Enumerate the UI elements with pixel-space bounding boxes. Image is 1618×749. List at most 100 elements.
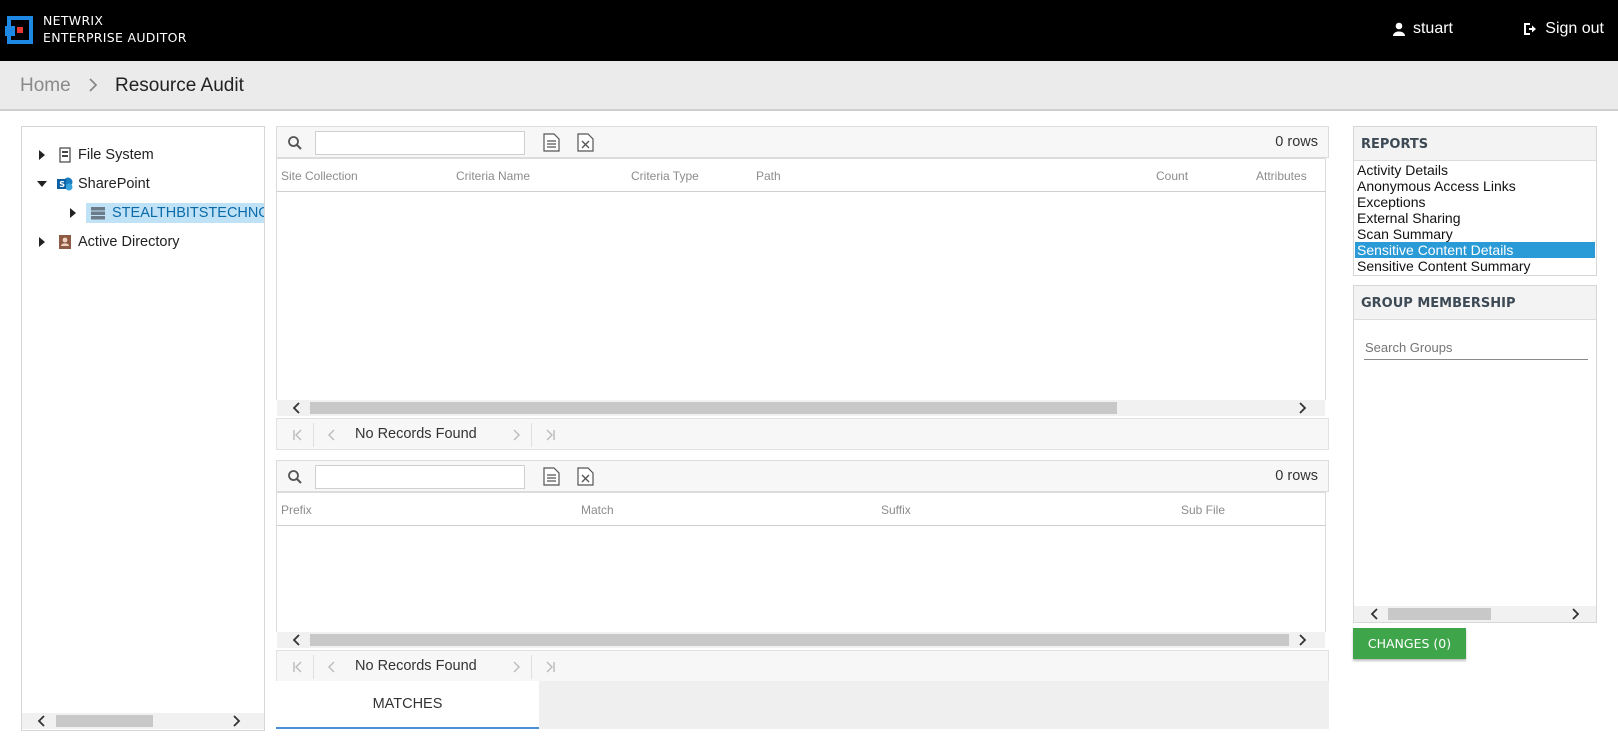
groups-horizontal-scrollbar[interactable] [1354,606,1596,622]
previous-page-icon[interactable] [325,428,339,442]
page-title: Resource Audit [115,75,244,96]
caret-right-icon[interactable] [37,150,47,160]
sign-out-label: Sign out [1545,20,1604,37]
brand-line-1: NETWRIX [43,13,104,28]
column-header-site-collection[interactable]: Site Collection [281,169,358,183]
export-document-icon[interactable] [543,467,560,486]
next-page-icon[interactable] [509,660,523,674]
column-header-path[interactable]: Path [756,169,781,183]
column-header-suffix[interactable]: Suffix [881,503,911,517]
column-header-attributes[interactable]: Attributes [1256,169,1307,183]
resource-tree: File System S SharePoint STEALTHBITSTECH… [21,126,265,731]
pager-status: No Records Found [355,426,477,442]
divider [531,655,532,679]
report-item-sensitive-content-summary[interactable]: Sensitive Content Summary [1355,258,1595,274]
search-icon[interactable] [287,135,303,151]
server-icon [91,207,105,220]
report-item-anonymous-access-links[interactable]: Anonymous Access Links [1355,178,1595,194]
reports-title: REPORTS [1354,127,1596,161]
scroll-right-icon[interactable] [1296,634,1308,646]
top-grid-search-input[interactable] [315,131,525,155]
column-header-match[interactable]: Match [581,503,614,517]
breadcrumb-home-link[interactable]: Home [20,75,71,97]
last-page-icon[interactable] [543,660,557,674]
scroll-right-icon[interactable] [1569,608,1581,620]
tree-item-label: File System [78,147,154,163]
tree-item-label: SharePoint [78,176,150,192]
report-item-activity-details[interactable]: Activity Details [1355,162,1595,178]
tree-item-file-system[interactable]: File System [37,143,154,167]
next-page-icon[interactable] [509,428,523,442]
bottom-grid-horizontal-scrollbar[interactable] [277,632,1325,648]
scroll-right-icon[interactable] [230,715,242,727]
divider [531,423,532,447]
caret-right-icon[interactable] [37,237,47,247]
scrollbar-thumb[interactable] [310,634,1289,646]
active-directory-icon [59,235,71,249]
brand-line-2: ENTERPRISE AUDITOR [43,30,187,45]
top-grid-header: Site Collection Criteria Name Criteria T… [276,158,1326,192]
group-membership-title: GROUP MEMBERSHIP [1354,286,1596,320]
column-header-prefix[interactable]: Prefix [281,503,312,517]
tree-horizontal-scrollbar[interactable] [22,713,264,729]
chevron-right-icon [89,78,98,92]
user-icon [1392,22,1405,36]
scroll-left-icon[interactable] [1369,608,1381,620]
last-page-icon[interactable] [543,428,557,442]
breadcrumb: Home Resource Audit [0,61,1618,111]
user-menu[interactable]: stuart [1392,20,1453,38]
first-page-icon[interactable] [291,428,305,442]
brand-name: NETWRIX ENTERPRISE AUDITOR [43,12,187,46]
report-list: Activity Details Anonymous Access Links … [1354,161,1596,275]
export-excel-icon[interactable] [577,467,594,486]
scroll-left-icon[interactable] [291,402,303,414]
search-icon[interactable] [287,469,303,485]
group-membership-panel: GROUP MEMBERSHIP [1353,285,1597,623]
scrollbar-thumb[interactable] [310,402,1117,414]
top-grid-horizontal-scrollbar[interactable] [277,400,1325,416]
scroll-right-icon[interactable] [1296,402,1308,414]
sign-out-icon [1524,23,1537,35]
scroll-left-icon[interactable] [36,715,48,727]
scrollbar-thumb[interactable] [56,715,153,727]
column-header-criteria-type[interactable]: Criteria Type [631,169,699,183]
caret-down-icon[interactable] [37,179,47,189]
row-count: 0 rows [1275,134,1318,150]
previous-page-icon[interactable] [325,660,339,674]
column-header-criteria-name[interactable]: Criteria Name [456,169,530,183]
selected-node[interactable]: STEALTHBITSTECHNO [86,203,264,223]
export-document-icon[interactable] [543,133,560,152]
sharepoint-icon: S [57,177,73,191]
bottom-grid-toolbar: 0 rows [276,460,1329,492]
bottom-grid-header: Prefix Match Suffix Sub File [276,492,1326,526]
tree-item-active-directory[interactable]: Active Directory [37,230,180,254]
report-item-external-sharing[interactable]: External Sharing [1355,210,1595,226]
export-excel-icon[interactable] [577,133,594,152]
report-item-exceptions[interactable]: Exceptions [1355,194,1595,210]
pager-status: No Records Found [355,658,477,674]
top-bar: NETWRIX ENTERPRISE AUDITOR stuart Sign o… [0,0,1618,61]
report-item-scan-summary[interactable]: Scan Summary [1355,226,1595,242]
bottom-tabs: MATCHES [276,681,1329,729]
column-header-count[interactable]: Count [1156,169,1188,183]
divider [313,423,314,447]
netwrix-logo-icon [5,16,33,44]
report-item-sensitive-content-details[interactable]: Sensitive Content Details [1355,242,1595,258]
bottom-grid-search-input[interactable] [315,465,525,489]
sign-out-button[interactable]: Sign out [1523,20,1604,38]
caret-right-icon[interactable] [68,208,78,218]
svg-text:S: S [59,180,65,189]
tree-item-stealthbits[interactable]: STEALTHBITSTECHNO [68,201,264,225]
changes-button[interactable]: CHANGES (0) [1353,628,1466,659]
top-grid-pager: No Records Found [276,418,1329,450]
scroll-left-icon[interactable] [291,634,303,646]
tree-item-sharepoint[interactable]: S SharePoint [37,172,150,196]
search-groups-input[interactable] [1364,336,1588,360]
top-grid-body [276,192,1326,400]
tab-matches[interactable]: MATCHES [276,681,539,729]
first-page-icon[interactable] [291,660,305,674]
scrollbar-thumb[interactable] [1388,608,1491,620]
column-header-sub-file[interactable]: Sub File [1181,503,1225,517]
bottom-grid-body [276,526,1326,632]
top-grid-toolbar: 0 rows [276,126,1329,158]
